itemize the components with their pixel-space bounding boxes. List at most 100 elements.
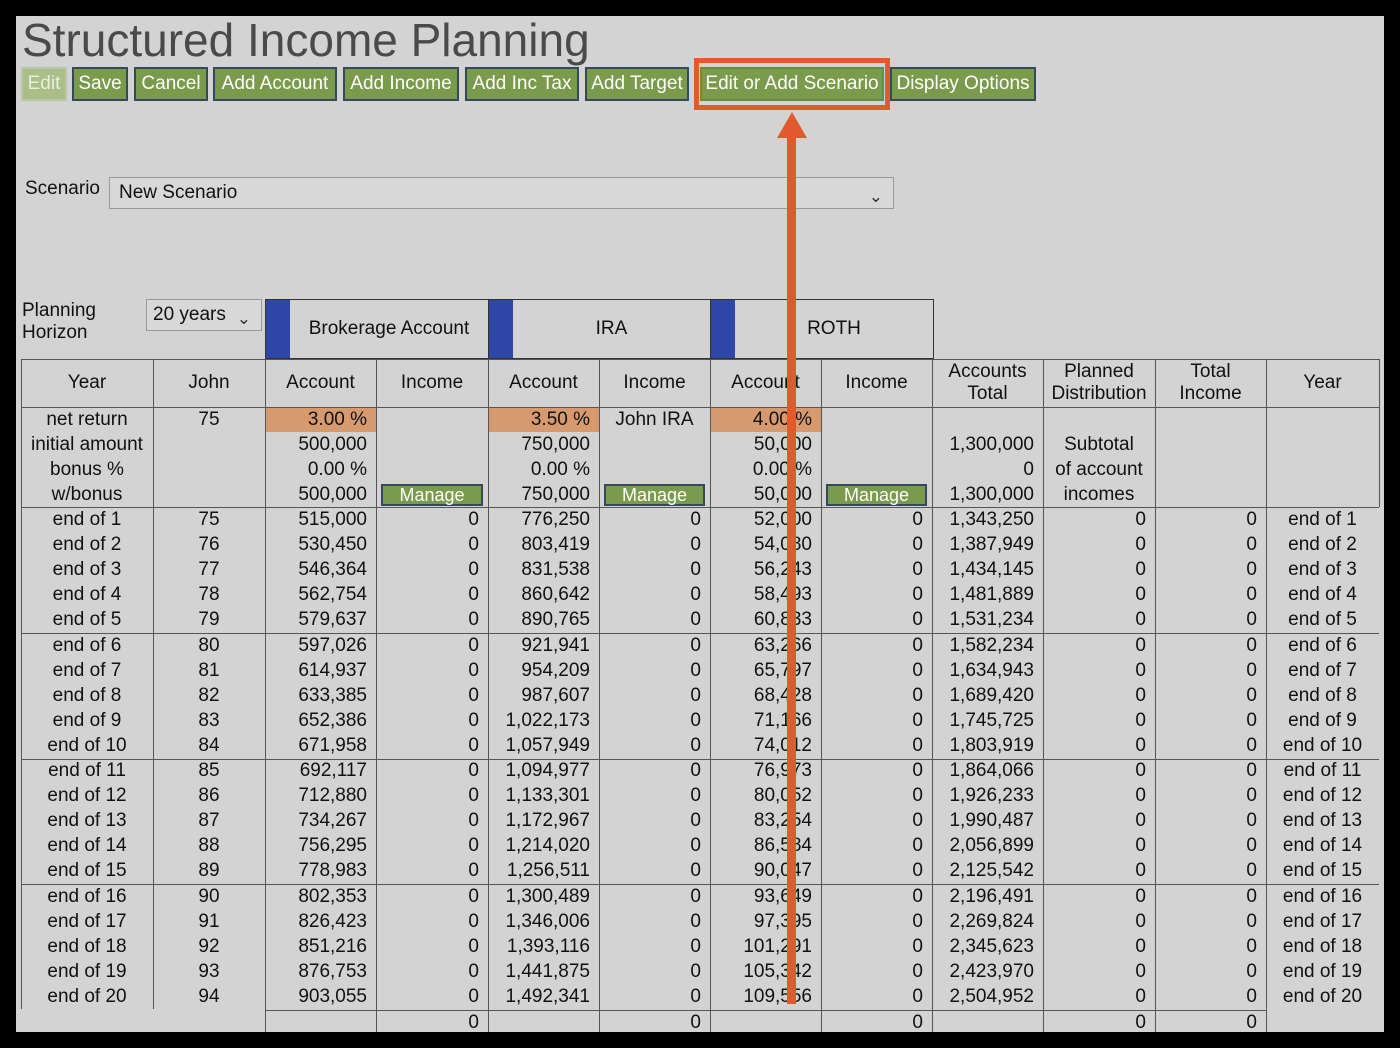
ira-net-return[interactable]: 3.50 %	[488, 407, 590, 432]
cancel-button[interactable]: Cancel	[134, 67, 208, 101]
table-cell-planned-distribution: 0	[1135, 509, 1146, 530]
accounts-total-initial: 1,300,000	[949, 434, 1034, 455]
table-cell-year: end of 4	[52, 584, 122, 606]
table-cell-planned-distribution: 0	[1135, 810, 1146, 832]
table-cell-roth-account: 52,000	[753, 509, 812, 530]
add-income-button[interactable]: Add Income	[343, 67, 459, 101]
table-cell-brokerage-income: 0	[468, 985, 479, 1007]
table-cell-brokerage-income: 0	[468, 559, 479, 581]
table-cell-year: end of 13	[47, 810, 127, 832]
table-cell-brokerage-account: 712,880	[298, 785, 367, 807]
account-color-swatch	[489, 300, 513, 358]
table-cell-roth-account: 83,254	[753, 810, 812, 832]
display-options-button[interactable]: Display Options	[890, 67, 1036, 101]
table-cell-year: end of 12	[47, 785, 127, 807]
table-cell-total-income: 0	[1246, 910, 1257, 932]
table-cell-roth-account: 74,012	[753, 734, 812, 756]
table-cell-age: 76	[198, 534, 220, 556]
table-cell-roth-account: 105,342	[743, 960, 812, 982]
table-cell-total-income: 0	[1246, 709, 1257, 731]
manage-button[interactable]: Manage	[381, 484, 483, 506]
account-header-brokerage[interactable]: Brokerage Account	[265, 299, 489, 359]
table-cell-brokerage-income: 0	[468, 534, 479, 556]
bonus-label: bonus %	[50, 459, 124, 480]
save-button[interactable]: Save	[72, 67, 128, 101]
table-cell-ira-income: 0	[690, 960, 701, 982]
table-cell-age: 88	[198, 835, 220, 857]
roth-net-return[interactable]: 4.00 %	[710, 407, 812, 432]
table-cell-planned-distribution: 0	[1135, 584, 1146, 606]
roth-bonus[interactable]: 0.00 %	[710, 457, 812, 482]
table-cell-roth-income: 0	[912, 985, 923, 1007]
header-year: Year	[67, 372, 107, 393]
table-cell-brokerage-account: 562,754	[298, 584, 367, 606]
table-cell-planned-distribution: 0	[1135, 659, 1146, 681]
table-cell-brokerage-account: 826,423	[298, 910, 367, 932]
account-header-ira[interactable]: IRA	[488, 299, 711, 359]
add-target-button[interactable]: Add Target	[585, 67, 689, 101]
table-cell-ira-income: 0	[690, 935, 701, 957]
table-cell-ira-account: 1,346,006	[505, 910, 590, 932]
table-cell-ira-account: 1,300,489	[505, 885, 590, 907]
table-cell-year-right: end of 11	[1283, 760, 1362, 781]
table-cell-brokerage-income: 0	[468, 734, 479, 756]
table-cell-year: end of 19	[47, 960, 127, 982]
planning-horizon-select[interactable]: 20 years ⌄	[146, 299, 262, 331]
table-cell-planned-distribution: 0	[1135, 910, 1146, 932]
manage-button[interactable]: Manage	[604, 484, 705, 506]
table-cell-total-income: 0	[1246, 659, 1257, 681]
table-cell-roth-income: 0	[912, 810, 923, 832]
table-cell-year-right: end of 8	[1288, 684, 1357, 706]
table-cell-age: 91	[198, 910, 220, 932]
table-cell-total-income: 0	[1246, 860, 1257, 882]
starting-age: 75	[198, 409, 220, 430]
table-cell-roth-account: 93,649	[753, 885, 812, 907]
table-cell-accounts-total: 2,504,952	[949, 985, 1034, 1007]
table-cell-age: 77	[198, 559, 220, 581]
add-account-button[interactable]: Add Account	[213, 67, 337, 101]
header-accounts-total-line2: Total	[967, 383, 1008, 404]
scenario-select[interactable]: New Scenario ⌄	[109, 177, 894, 209]
edit-button[interactable]: Edit	[21, 67, 67, 101]
table-cell-year-right: end of 3	[1288, 559, 1357, 581]
brokerage-initial[interactable]: 500,000	[265, 432, 367, 457]
app-window: Structured Income Planning Edit Save Can…	[16, 16, 1384, 1032]
table-cell-ira-account: 1,256,511	[506, 860, 590, 882]
add-inc-tax-button[interactable]: Add Inc Tax	[465, 67, 579, 101]
roth-initial[interactable]: 50,000	[710, 432, 812, 457]
table-cell-year-right: end of 20	[1282, 985, 1363, 1007]
accounts-total-with-bonus: 1,300,000	[949, 484, 1034, 505]
table-cell-roth-income: 0	[912, 935, 923, 957]
manage-button[interactable]: Manage	[826, 484, 927, 506]
table-cell-brokerage-income: 0	[468, 810, 479, 832]
ira-bonus[interactable]: 0.00 %	[488, 457, 590, 482]
table-cell-ira-income: 0	[690, 584, 701, 606]
table-cell-brokerage-account: 652,386	[298, 709, 367, 731]
table-cell-year-right: end of 7	[1288, 659, 1357, 681]
account-header-roth[interactable]: ROTH	[710, 299, 934, 359]
header-total-income-line1: Total	[1190, 361, 1231, 382]
table-cell-age: 84	[198, 734, 220, 756]
table-cell-age: 85	[198, 760, 220, 781]
ira-with-bonus: 750,000	[521, 484, 590, 505]
table-cell-ira-income: 0	[690, 835, 701, 857]
table-cell-brokerage-account: 851,216	[298, 935, 367, 957]
header-accounts-total-line1: Accounts	[948, 361, 1027, 382]
table-cell-total-income: 0	[1246, 509, 1257, 530]
table-cell-year: end of 20	[47, 985, 127, 1007]
brokerage-bonus[interactable]: 0.00 %	[265, 457, 367, 482]
table-cell-ira-income: 0	[690, 785, 701, 807]
brokerage-net-return[interactable]: 3.00 %	[265, 407, 367, 432]
table-cell-total-income: 0	[1246, 634, 1257, 656]
planned-note-line3: incomes	[1063, 484, 1135, 505]
ira-initial[interactable]: 750,000	[488, 432, 590, 457]
table-cell-ira-account: 1,172,967	[505, 810, 590, 832]
table-cell-accounts-total: 1,689,420	[949, 684, 1034, 706]
table-cell-planned-distribution: 0	[1135, 760, 1146, 781]
table-cell-total-income: 0	[1246, 985, 1257, 1007]
table-cell-year: end of 11	[48, 760, 126, 781]
account-name: Brokerage Account	[308, 318, 470, 339]
table-cell-total-income: 0	[1246, 960, 1257, 982]
header-account: Account	[731, 372, 800, 393]
table-cell-year-right: end of 18	[1282, 935, 1363, 957]
